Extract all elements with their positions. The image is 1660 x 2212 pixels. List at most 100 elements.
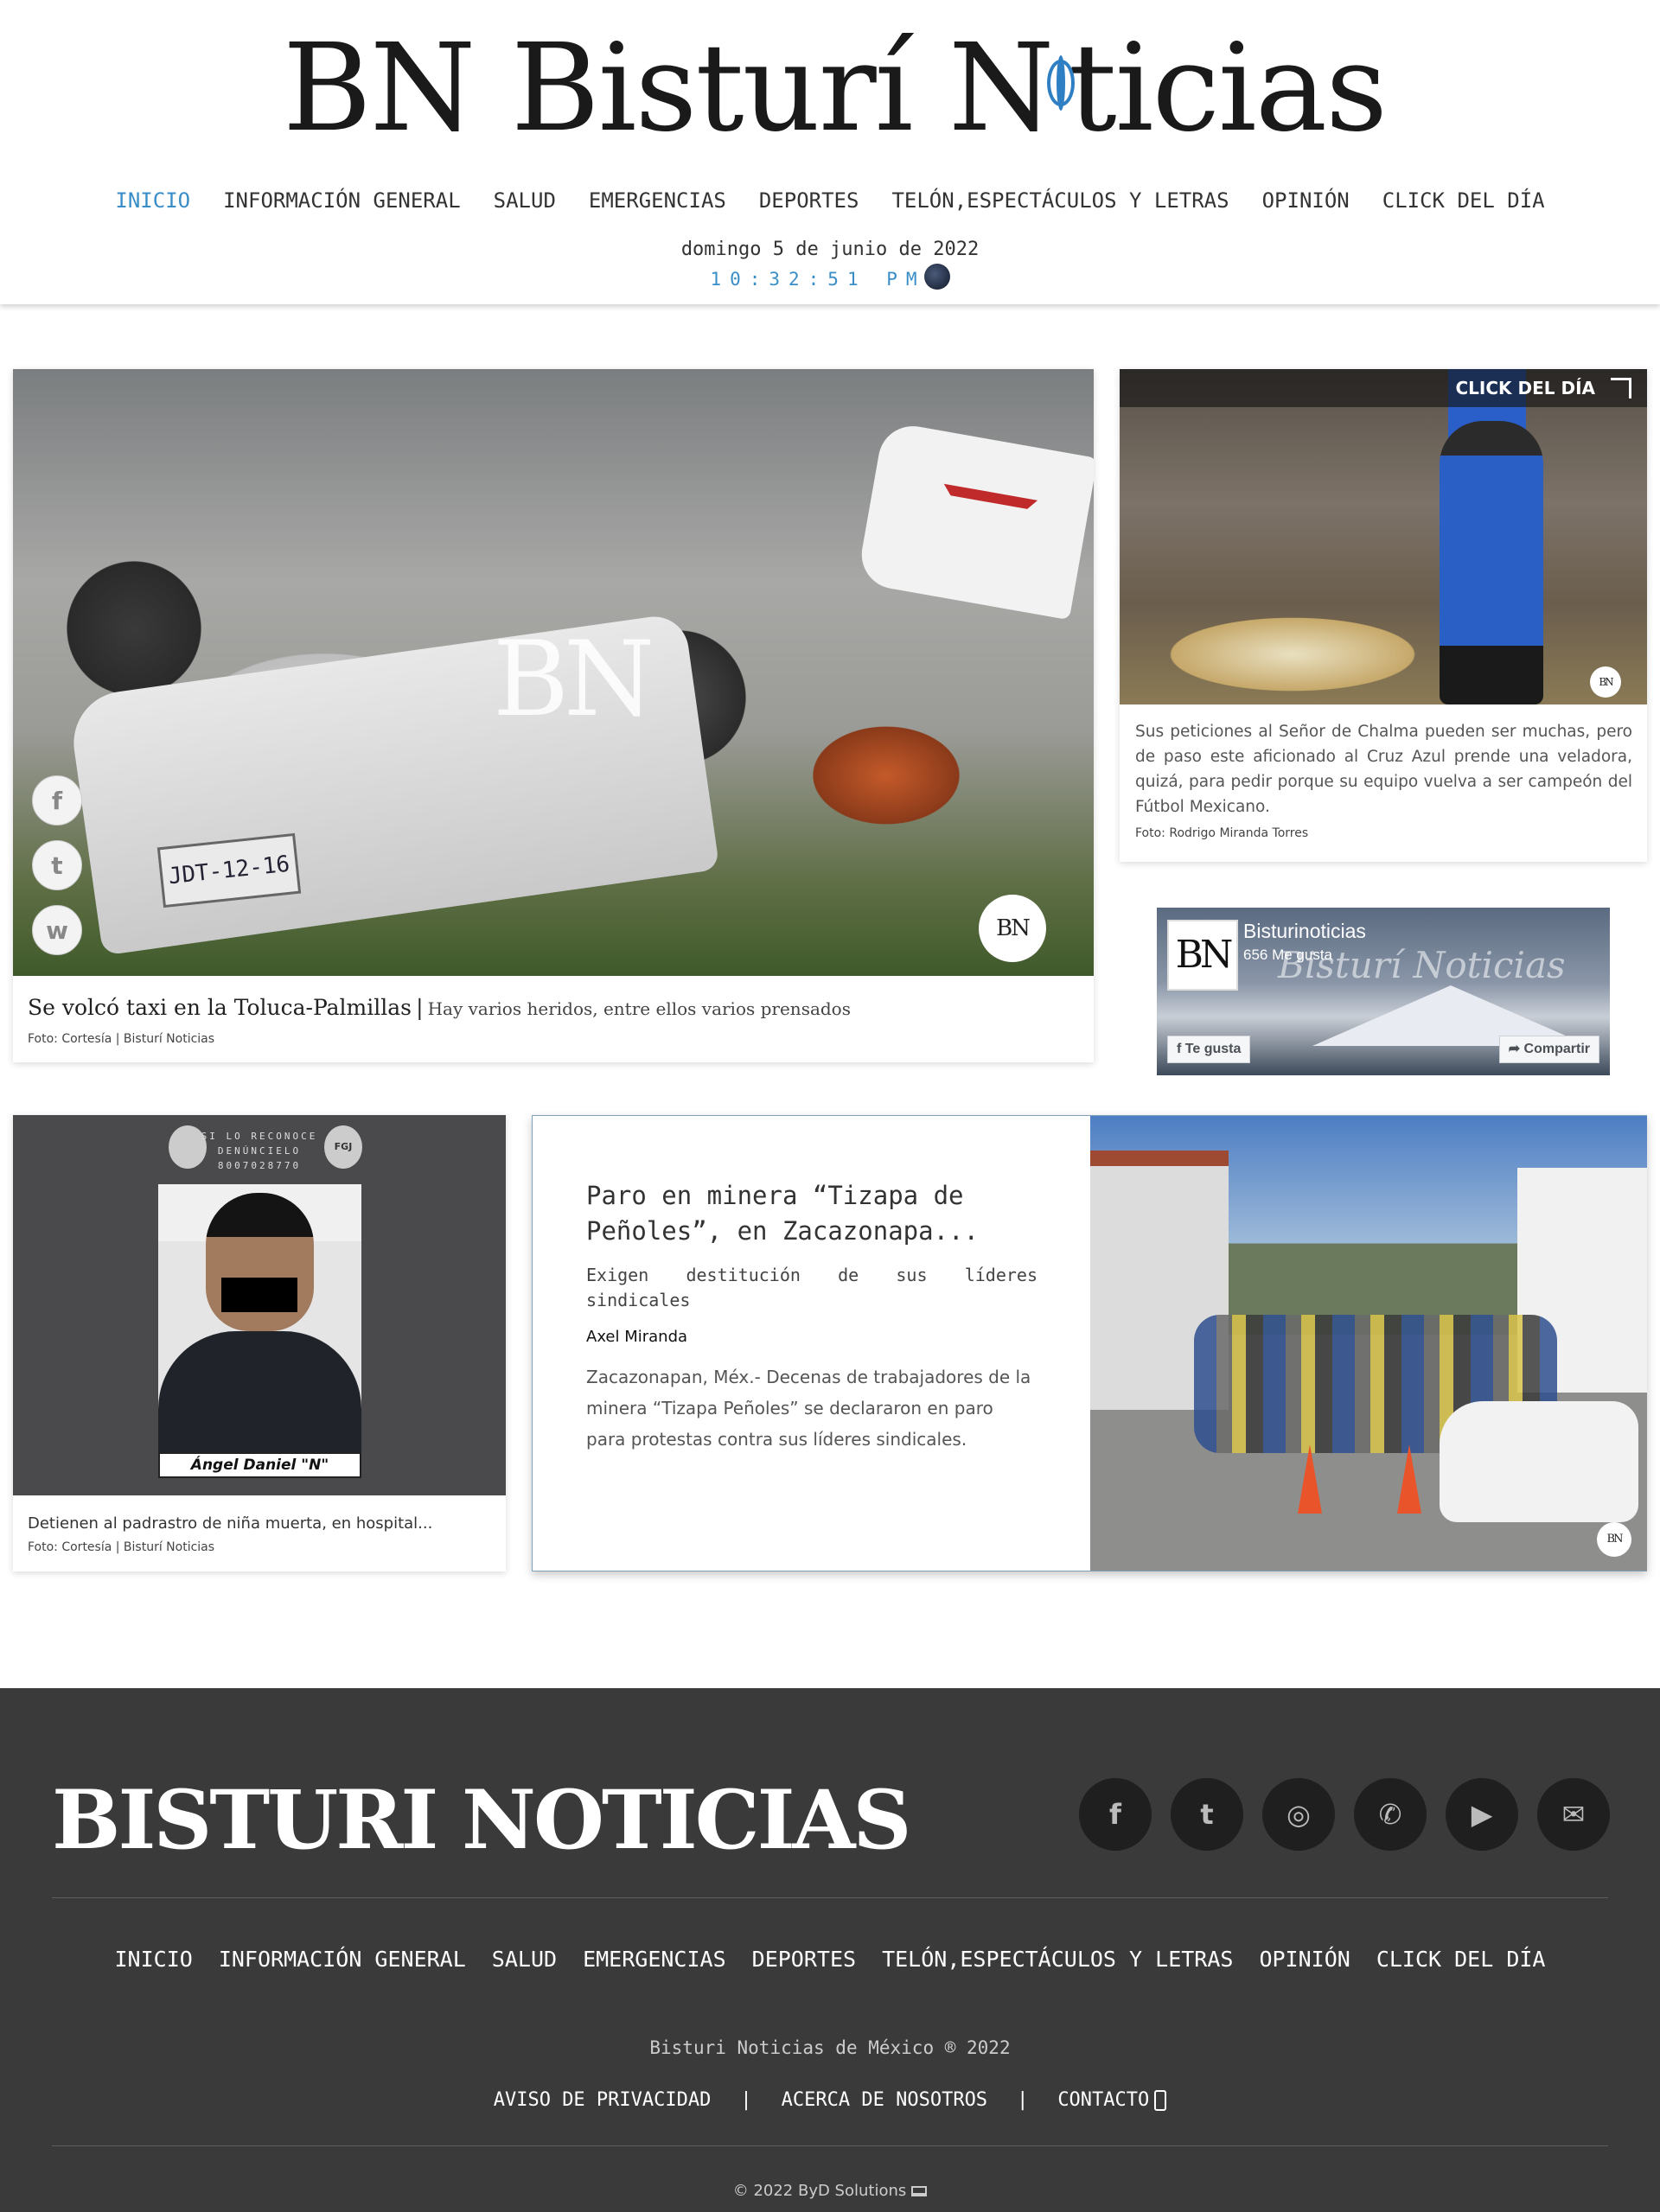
traffic-cone-shape bbox=[1397, 1444, 1421, 1514]
facebook-page-widget[interactable]: Bisturí Noticias BN Bisturinoticias 656 … bbox=[1157, 908, 1610, 1075]
nav-item-click-del-dia[interactable]: CLICK DEL DÍA bbox=[1382, 188, 1545, 213]
nav-item-salud[interactable]: SALUD bbox=[494, 188, 556, 213]
click-photo[interactable]: CLICK DEL DÍA BN bbox=[1120, 369, 1647, 704]
footer-brand[interactable]: BISTURI NOTICIAS bbox=[52, 1773, 911, 1868]
page-logo[interactable]: BN bbox=[1167, 920, 1238, 991]
footer-nav-informacion-general[interactable]: INFORMACIÓN GENERAL bbox=[219, 1947, 466, 1972]
share-button-label: Compartir bbox=[1523, 1042, 1590, 1056]
story-author: Axel Miranda bbox=[586, 1328, 688, 1346]
whatsapp-share-icon[interactable]: w bbox=[32, 905, 82, 955]
whatsapp-icon[interactable]: ✆ bbox=[1354, 1778, 1427, 1851]
site-header: BN Bisturí Nticias INICIO INFORMACIÓN GE… bbox=[0, 0, 1660, 304]
nav-item-inicio[interactable]: INICIO bbox=[115, 188, 190, 213]
laptop-icon bbox=[911, 2186, 928, 2196]
arrest-article[interactable]: SI LO RECONOCE DENÚNCIELO 8007028770 FGJ… bbox=[13, 1115, 506, 1571]
click-credit: Foto: Rodrigo Miranda Torres bbox=[1135, 826, 1309, 840]
nav-item-emergencias[interactable]: EMERGENCIAS bbox=[589, 188, 726, 213]
globe-icon bbox=[1056, 55, 1065, 111]
footer-copyright: Bisturi Noticias de México ® 2022 bbox=[649, 2037, 1011, 2058]
page-likes: 656 Me gusta bbox=[1243, 947, 1333, 963]
fan-figure-shape bbox=[1440, 421, 1543, 704]
photo-watermark: BN bbox=[493, 620, 654, 740]
story-lead: Exigen destitución de sus líderes sindic… bbox=[586, 1265, 1038, 1310]
facebook-share-icon[interactable]: f bbox=[32, 775, 82, 826]
click-description: Sus peticiones al Señor de Chalma pueden… bbox=[1135, 723, 1632, 816]
current-date: domingo 5 de junio de 2022 bbox=[680, 239, 980, 260]
white-car-shape bbox=[1440, 1401, 1638, 1522]
page-name[interactable]: Bisturinoticias bbox=[1243, 920, 1366, 943]
footer-nav-inicio[interactable]: INICIO bbox=[115, 1947, 193, 1972]
facebook-icon[interactable]: f bbox=[1079, 1778, 1152, 1851]
like-button[interactable]: f Te gusta bbox=[1167, 1036, 1251, 1063]
arrest-photo[interactable]: SI LO RECONOCE DENÚNCIELO 8007028770 FGJ… bbox=[13, 1115, 506, 1495]
share-button[interactable]: ➦ Compartir bbox=[1498, 1036, 1599, 1063]
about-link[interactable]: ACERCA DE NOSOTROS bbox=[782, 2089, 987, 2111]
story-body: Zacazonapan, Méx.- Decenas de trabajador… bbox=[586, 1367, 1031, 1450]
title-separator: | bbox=[416, 995, 424, 1020]
byline-text[interactable]: © 2022 ByD Solutions bbox=[733, 2182, 907, 2200]
click-del-dia-card[interactable]: CLICK DEL DÍA BN Sus peticiones al Señor… bbox=[1120, 369, 1647, 862]
story-text-block: Paro en minera “Tizapa de Peñoles”, en Z… bbox=[586, 1178, 1038, 1455]
contact-link[interactable]: CONTACTO bbox=[1057, 2089, 1167, 2111]
footer-nav-deportes[interactable]: DEPORTES bbox=[752, 1947, 856, 1972]
feature-title[interactable]: Se volcó taxi en la Toluca-Palmillas bbox=[28, 995, 412, 1020]
story-photo[interactable]: BN bbox=[1090, 1116, 1647, 1571]
footer-nav-emergencias[interactable]: EMERGENCIAS bbox=[583, 1947, 726, 1972]
arrest-caption[interactable]: Detienen al padrastro de niña muerta, en… bbox=[28, 1514, 432, 1533]
footer-legal-links: AVISO DE PRIVACIDAD | ACERCA DE NOSOTROS… bbox=[0, 2089, 1660, 2111]
feature-subtitle: Hay varios heridos, entre ellos varios p… bbox=[427, 998, 851, 1019]
footer-nav-salud[interactable]: SALUD bbox=[492, 1947, 557, 1972]
youtube-icon[interactable]: ▶ bbox=[1446, 1778, 1518, 1851]
phone-icon bbox=[1154, 2090, 1167, 2111]
footer-nav-telon[interactable]: TELÓN,ESPECTÁCULOS Y LETRAS bbox=[882, 1947, 1233, 1972]
feature-article[interactable]: JDT-12-16 BN BN f t w Se volcó taxi en l… bbox=[13, 369, 1094, 1062]
censor-bar bbox=[221, 1278, 297, 1312]
twitter-share-icon[interactable]: t bbox=[32, 840, 82, 890]
footer-byline: © 2022 ByD Solutions bbox=[0, 2182, 1660, 2200]
mining-strike-article[interactable]: Paro en minera “Tizapa de Peñoles”, en Z… bbox=[532, 1115, 1647, 1571]
like-button-label: Te gusta bbox=[1184, 1042, 1242, 1056]
twitter-icon[interactable]: t bbox=[1171, 1778, 1243, 1851]
click-del-dia-label: CLICK DEL DÍA bbox=[1120, 369, 1647, 407]
bn-badge: BN bbox=[979, 895, 1046, 962]
instagram-icon[interactable]: ◎ bbox=[1262, 1778, 1335, 1851]
bn-badge: BN bbox=[1590, 666, 1621, 698]
nav-item-deportes[interactable]: DEPORTES bbox=[759, 188, 859, 213]
logo-text-right: ticias bbox=[1068, 17, 1389, 159]
moon-icon bbox=[923, 264, 950, 290]
suspect-name-tag: Ángel Daniel "N" bbox=[158, 1452, 361, 1478]
link-separator: | bbox=[1017, 2089, 1029, 2111]
hoodie-shape bbox=[158, 1331, 361, 1469]
mail-icon[interactable]: ✉ bbox=[1537, 1778, 1610, 1851]
nav-item-opinion[interactable]: OPINIÓN bbox=[1262, 188, 1350, 213]
nav-item-telon[interactable]: TELÓN,ESPECTÁCULOS Y LETRAS bbox=[891, 188, 1229, 213]
current-time: 10:32:51 PM bbox=[0, 264, 1660, 293]
feature-caption: Se volcó taxi en la Toluca-Palmillas | H… bbox=[28, 995, 1082, 1046]
footer-nav-opinion[interactable]: OPINIÓN bbox=[1259, 1947, 1350, 1972]
contact-link-label: CONTACTO bbox=[1057, 2089, 1150, 2111]
footer-nav: INICIO INFORMACIÓN GENERAL SALUD EMERGEN… bbox=[0, 1947, 1660, 1972]
bn-badge: BN bbox=[1597, 1522, 1631, 1557]
share-arrow-icon: ➦ bbox=[1508, 1042, 1524, 1056]
link-separator: | bbox=[740, 2089, 752, 2111]
feature-photo[interactable]: JDT-12-16 BN BN f t w bbox=[13, 369, 1094, 976]
nav-item-informacion-general[interactable]: INFORMACIÓN GENERAL bbox=[223, 188, 461, 213]
clock-text: 10:32:51 PM bbox=[710, 269, 926, 290]
traffic-cone-shape bbox=[1298, 1444, 1322, 1514]
footer-divider bbox=[52, 1897, 1608, 1898]
logo-text-left: BN Bisturí N bbox=[282, 17, 1055, 159]
site-logo[interactable]: BN Bisturí Nticias bbox=[283, 18, 1388, 159]
fgj-seal: FGJ bbox=[324, 1125, 362, 1169]
suspect-portrait bbox=[158, 1184, 361, 1469]
main-nav: INICIO INFORMACIÓN GENERAL SALUD EMERGEN… bbox=[0, 188, 1660, 213]
facebook-icon: f bbox=[1177, 1042, 1185, 1056]
feature-credit: Foto: Cortesía | Bisturí Noticias bbox=[28, 1032, 215, 1046]
privacy-link[interactable]: AVISO DE PRIVACIDAD bbox=[494, 2089, 712, 2111]
denuncia-text: SI LO RECONOCE DENÚNCIELO 8007028770 bbox=[201, 1131, 318, 1171]
expand-icon[interactable] bbox=[1611, 378, 1631, 398]
arrest-credit: Foto: Cortesía | Bisturí Noticias bbox=[28, 1540, 215, 1554]
taxi-door-shape bbox=[856, 420, 1094, 621]
footer-nav-click-del-dia[interactable]: CLICK DEL DÍA bbox=[1376, 1947, 1546, 1972]
footer-divider bbox=[52, 2145, 1608, 2146]
story-title[interactable]: Paro en minera “Tizapa de Peñoles”, en Z… bbox=[586, 1178, 1038, 1249]
